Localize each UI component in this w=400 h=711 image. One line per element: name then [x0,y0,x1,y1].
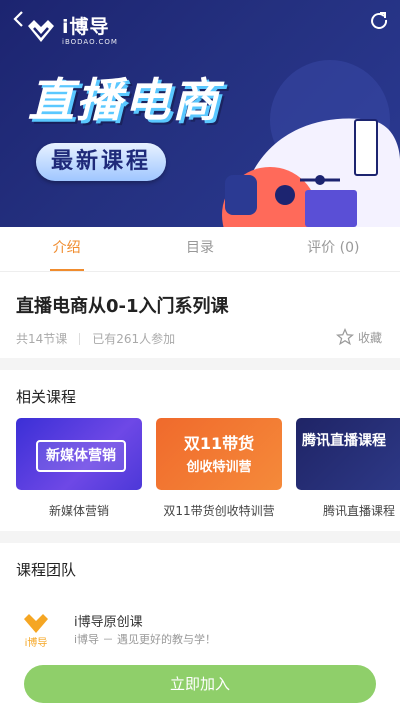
course-thumbnail: 双11带货 创收特训营 [156,418,282,490]
course-card-label: 新媒体营销 [48,504,109,518]
thumbnail-text: 双11带货 [183,434,255,453]
banner-badge: 最新课程 [36,143,166,181]
course-team: 课程团队 i博导 i博导原创课 i博导 － 遇见更好的教与学！ [0,543,400,663]
star-outline-icon [335,328,354,346]
course-meta: 共14节课 已有261人参加 [16,330,175,347]
course-banner: i博导 iBODAO.COM 直播电商 最新课程 [0,0,400,227]
tab-reviews[interactable]: 评价 (0) [267,227,400,271]
svg-text:i博导: i博导 [25,636,48,649]
thumbnail-text: 腾讯直播课程 [302,433,386,449]
team-slogan: i博导 － 遇见更好的教与学！ [74,633,217,646]
favorite-button[interactable]: 收藏 [335,328,382,346]
related-course-card[interactable]: 腾讯直播课程 腾讯直播课程 [296,418,400,519]
logo-subtitle: iBODAO.COM [62,38,118,46]
refresh-share-icon[interactable] [368,8,390,30]
team-name: i博导原创课 [74,615,143,630]
related-course-card[interactable]: 新媒体营销 新媒体营销 [16,418,142,519]
course-info: 直播电商从0-1入门系列课 共14节课 已有261人参加 收藏 [0,272,400,358]
join-button[interactable]: 立即加入 [24,665,376,703]
course-thumbnail: 新媒体营销 [16,418,142,490]
thumbnail-text: 创收特训营 [186,460,252,475]
tab-intro[interactable]: 介绍 [0,227,133,271]
logo-name: i博导 [62,16,110,38]
meta-divider [79,332,81,345]
banner-title: 直播电商 [28,73,220,127]
tab-catalog[interactable]: 目录 [133,227,266,271]
logo-heart-icon [28,20,54,42]
course-title: 直播电商从0-1入门系列课 [16,296,229,317]
participant-count: 已有261人参加 [92,332,176,346]
team-logo-icon: i博导 [24,614,48,649]
thumbnail-text: 新媒体营销 [36,440,126,472]
bottom-bar: 立即加入 [0,655,400,711]
course-card-label: 腾讯直播课程 [322,504,395,518]
team-title: 课程团队 [16,561,77,579]
related-courses: 相关课程 新媒体营销 新媒体营销 双11带货 创收特训营 双11带货创收特训营 … [0,370,400,531]
related-course-card[interactable]: 双11带货 创收特训营 双11带货创收特训营 [156,418,282,519]
course-card-label: 双11带货创收特训营 [163,504,275,518]
brand-logo: i博导 iBODAO.COM [24,16,118,47]
related-title: 相关课程 [16,388,77,406]
favorite-label: 收藏 [357,330,382,345]
tab-bar: 介绍 目录 评价 (0) [0,227,400,272]
course-thumbnail: 腾讯直播课程 [296,418,400,490]
lesson-count: 共14节课 [16,332,68,346]
